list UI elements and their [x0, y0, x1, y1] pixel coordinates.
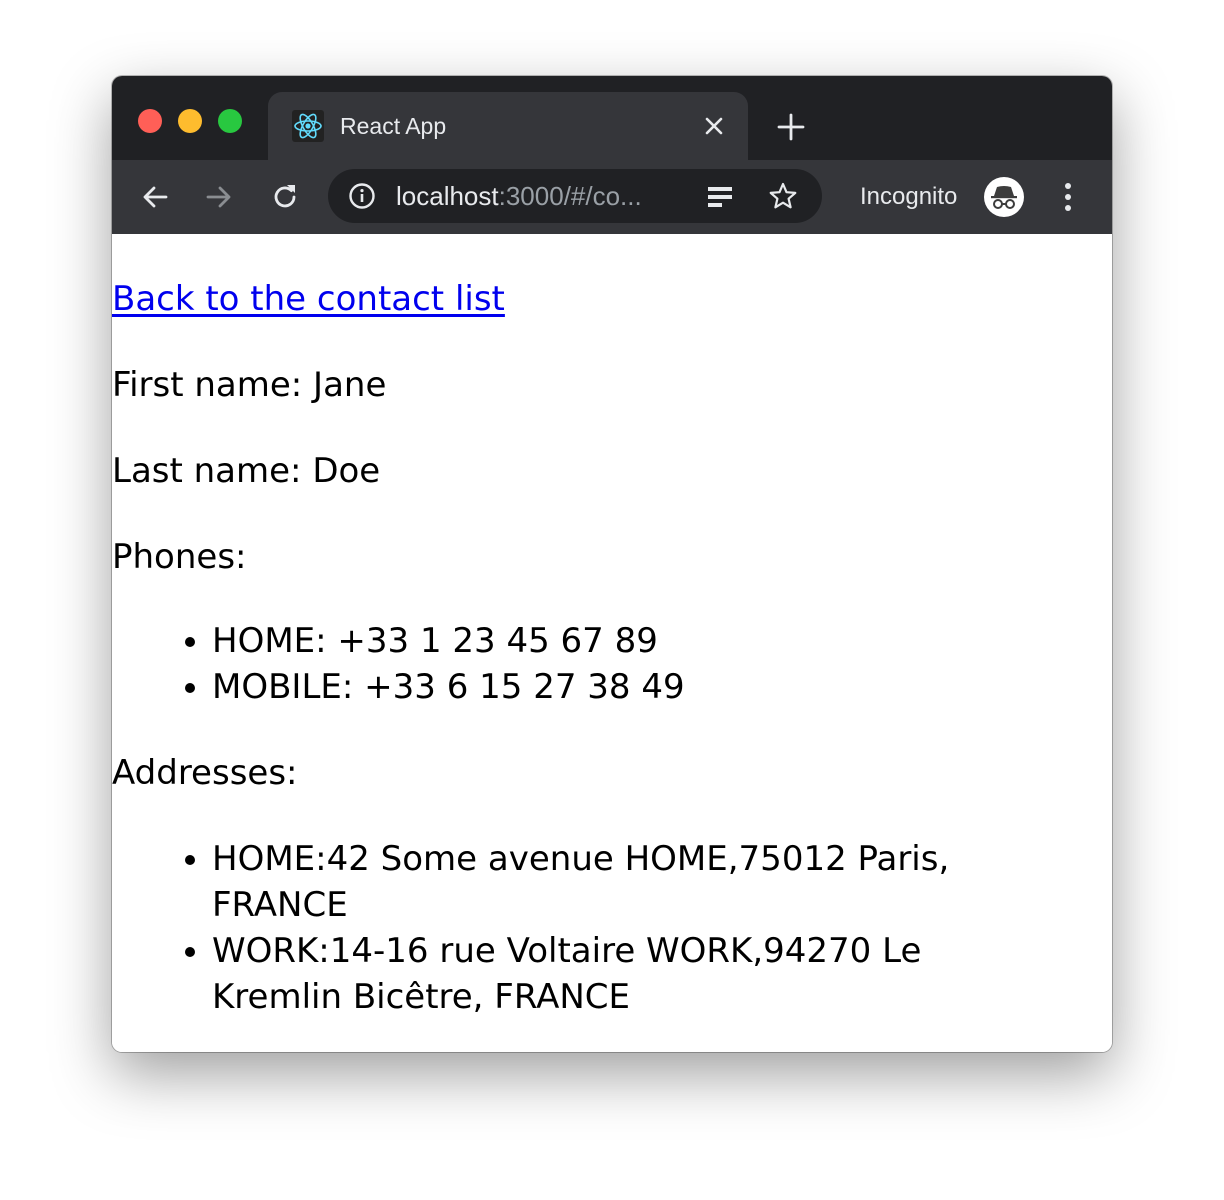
reload-icon[interactable]	[268, 180, 302, 214]
first-name: First name: Jane	[112, 365, 387, 405]
kebab-menu-icon[interactable]	[1054, 178, 1082, 216]
url-host: localhost	[396, 181, 499, 211]
addresses-heading: Addresses:	[112, 753, 298, 793]
address-item: WORK:14-16 rue Voltaire WORK,94270 Le Kr…	[212, 928, 1042, 1020]
minimize-window-button[interactable]	[178, 109, 202, 133]
phones-heading: Phones:	[112, 537, 247, 577]
plus-icon[interactable]	[776, 112, 806, 142]
page-content: Back to the contact list First name: Jan…	[112, 234, 1112, 1052]
browser-window: React App localhost:3000/#/co... Incogni…	[112, 76, 1112, 1052]
last-name: Last name: Doe	[112, 451, 381, 491]
reader-mode-icon[interactable]	[706, 183, 734, 211]
phone-item: MOBILE: +33 6 15 27 38 49	[212, 664, 1042, 710]
incognito-label[interactable]: Incognito	[860, 160, 957, 234]
tab-react-app[interactable]: React App	[268, 92, 748, 160]
addresses-list: HOME:42 Some avenue HOME,75012 Paris, FR…	[112, 836, 1042, 1020]
close-icon[interactable]	[702, 114, 726, 138]
tab-title: React App	[340, 113, 447, 139]
url-text[interactable]: localhost:3000/#/co...	[396, 169, 642, 223]
zoom-window-button[interactable]	[218, 109, 242, 133]
arrow-left-icon[interactable]	[138, 180, 172, 214]
address-item: HOME:42 Some avenue HOME,75012 Paris, FR…	[212, 836, 1042, 928]
star-icon[interactable]	[768, 181, 798, 211]
tab-strip: React App	[112, 76, 1112, 160]
phone-item: HOME: +33 1 23 45 67 89	[212, 618, 1042, 664]
address-bar[interactable]: localhost:3000/#/co...	[328, 169, 822, 223]
arrow-right-icon[interactable]	[202, 180, 236, 214]
incognito-icon[interactable]	[984, 177, 1024, 217]
close-window-button[interactable]	[138, 109, 162, 133]
browser-toolbar: localhost:3000/#/co... Incognito	[112, 160, 1112, 234]
back-to-contact-list-link[interactable]: Back to the contact list	[112, 276, 505, 322]
url-path: :3000/#/co...	[498, 181, 642, 211]
info-icon[interactable]	[348, 182, 376, 210]
react-logo-icon	[292, 110, 324, 142]
phones-list: HOME: +33 1 23 45 67 89 MOBILE: +33 6 15…	[112, 618, 1042, 710]
